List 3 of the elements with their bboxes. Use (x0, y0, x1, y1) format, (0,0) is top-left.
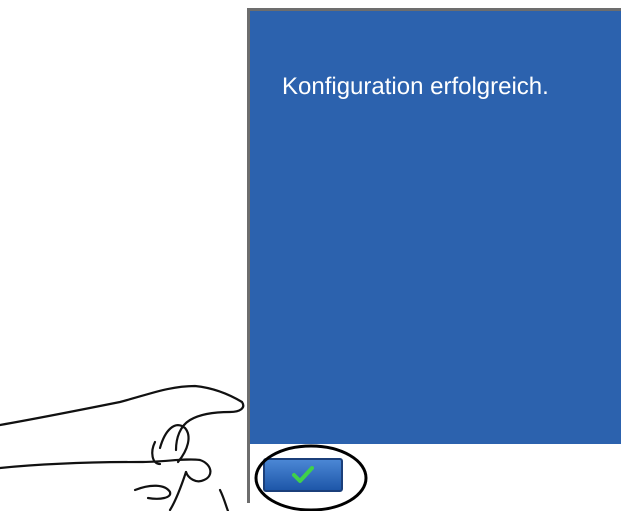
status-message: Konfiguration erfolgreich. (282, 73, 549, 101)
confirm-button[interactable] (263, 458, 343, 492)
check-icon (292, 466, 314, 484)
